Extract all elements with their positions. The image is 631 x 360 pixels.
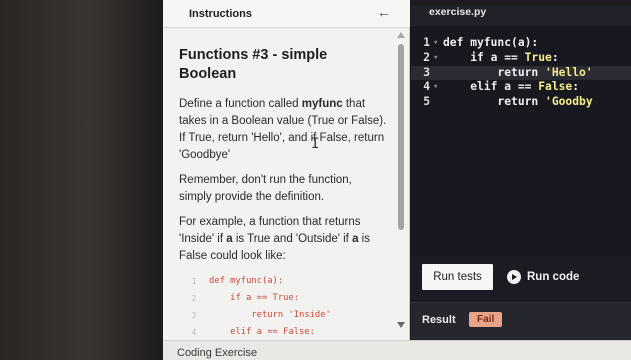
background-bezel (0, 0, 162, 360)
example-line-text: return 'Inside' (209, 310, 331, 320)
code-area[interactable]: 1 ▾ def myfunc(a): 2 ▾ if a == True: 3 r… (411, 36, 631, 110)
code-text[interactable]: def myfunc(a): (443, 36, 538, 51)
example-line-number: 4 (191, 328, 197, 337)
instructions-panel: Instructions ← Functions #3 - simple Boo… (163, 0, 410, 340)
code-line[interactable]: 4 ▾ elif a == False: (411, 80, 631, 95)
line-number: 4 (423, 80, 430, 94)
instructions-content: Functions #3 - simple Boolean Define a f… (179, 46, 387, 341)
example-line-number: 1 (191, 277, 197, 286)
fold-chevron-icon[interactable]: ▾ (433, 80, 443, 95)
example-code-block: 1 def myfunc(a): 2 if a == True: 3 retur… (179, 273, 387, 341)
tab-exercise-file[interactable]: exercise.py (429, 6, 486, 18)
scroll-down-arrow-icon[interactable] (397, 322, 405, 328)
footer-label: Coding Exercise (177, 347, 258, 359)
code-text[interactable]: return 'Goodby (443, 95, 592, 110)
example-code-line: 2 if a == True: (179, 290, 387, 307)
example-line-number: 2 (191, 294, 197, 303)
example-line-text: def myfunc(a): (209, 276, 284, 286)
line-number: 1 (423, 36, 430, 49)
code-line[interactable]: 5 return 'Goodby (411, 95, 631, 110)
fold-gutter (433, 66, 443, 81)
code-line-active[interactable]: 3 return 'Hello' (411, 65, 631, 81)
run-code-label: Run code (527, 271, 580, 283)
instruction-paragraph-example: For example, a function that returns 'In… (179, 214, 387, 265)
example-code-line: 3 return 'Inside' (179, 307, 387, 324)
code-text[interactable]: elif a == False: (443, 80, 579, 95)
status-badge: Fail (469, 312, 503, 327)
line-number: 5 (423, 95, 430, 109)
scrollbar-thumb[interactable] (398, 44, 404, 230)
function-name-bold: myfunc (301, 98, 343, 110)
instruction-paragraph-remember: Remember, don't run the function, simply… (179, 174, 352, 203)
arrow-left-icon[interactable]: ← (377, 4, 391, 20)
fold-gutter (433, 95, 443, 110)
run-code-button[interactable]: Run code (507, 264, 607, 290)
code-line[interactable]: 1 ▾ def myfunc(a): (411, 36, 631, 51)
result-bar: Result Fail (411, 302, 631, 340)
editor-tab-bar: exercise.py (411, 6, 631, 26)
result-label: Result (422, 314, 456, 326)
example-line-text: elif a == False: (209, 327, 315, 337)
scroll-up-arrow-icon[interactable] (397, 32, 405, 38)
para-text: Define a function called (179, 98, 302, 110)
code-text[interactable]: return 'Hello' (443, 66, 592, 81)
instructions-header: Instructions ← (163, 0, 410, 28)
lesson-title: Functions #3 - simple Boolean (179, 47, 328, 82)
example-code-line: 4 elif a == False: (179, 324, 387, 341)
text-cursor-icon: I (311, 136, 320, 152)
example-line-text: if a == True: (209, 293, 300, 303)
fold-chevron-icon[interactable]: ▾ (433, 36, 443, 51)
line-number: 3 (423, 65, 430, 79)
instruction-paragraph-define: Define a function called myfunc that tak… (179, 96, 387, 164)
run-tests-button[interactable]: Run tests (422, 264, 493, 290)
editor-actions-bar: Run tests Run code (411, 256, 631, 302)
code-line[interactable]: 2 ▾ if a == True: (411, 51, 631, 66)
fold-chevron-icon[interactable]: ▾ (433, 51, 443, 66)
play-circle-icon (507, 270, 521, 284)
tab-instructions[interactable]: Instructions (189, 8, 252, 20)
footer-bar: Coding Exercise (163, 340, 631, 360)
code-editor[interactable]: exercise.py 1 ▾ def myfunc(a): 2 ▾ if a … (411, 6, 631, 256)
code-text[interactable]: if a == True: (443, 51, 558, 66)
line-number: 2 (423, 50, 430, 64)
instructions-scrollbar[interactable] (396, 30, 405, 330)
example-code-line: 1 def myfunc(a): (179, 273, 387, 290)
para-text: is True and 'Outside' if (232, 233, 353, 245)
example-line-number: 3 (191, 311, 197, 320)
